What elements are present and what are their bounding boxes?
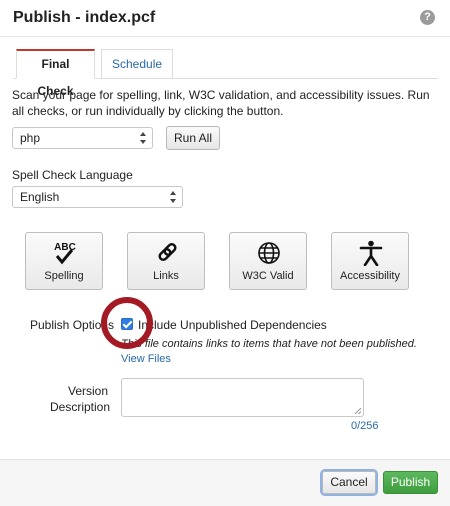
w3c-check-button[interactable]: W3C Valid bbox=[229, 232, 307, 290]
link-icon bbox=[128, 240, 204, 266]
accessibility-label: Accessibility bbox=[340, 270, 400, 282]
tab-final-check[interactable]: Final Check bbox=[16, 49, 95, 98]
run-all-button[interactable]: Run All bbox=[166, 126, 220, 150]
unpublished-note: This file contains links to items that h… bbox=[121, 338, 417, 350]
version-description-textarea[interactable] bbox=[121, 378, 364, 417]
help-icon[interactable]: ? bbox=[420, 10, 435, 25]
cancel-button[interactable]: Cancel bbox=[322, 471, 376, 494]
resize-grip-icon[interactable] bbox=[355, 408, 361, 414]
target-select[interactable]: php bbox=[12, 127, 153, 149]
spelling-label: Spelling bbox=[44, 270, 84, 282]
spelling-check-button[interactable]: ABC Spelling bbox=[25, 232, 103, 290]
view-files-link[interactable]: View Files bbox=[121, 353, 171, 365]
links-check-button[interactable]: Links bbox=[127, 232, 205, 290]
character-counter: 0/256 bbox=[351, 420, 379, 432]
publish-dialog: Publish - index.pcf ? Final Check Schedu… bbox=[0, 0, 450, 506]
w3c-valid-label: W3C Valid bbox=[242, 270, 294, 282]
dialog-title: Publish - index.pcf bbox=[13, 9, 156, 26]
version-label: Version bbox=[68, 384, 109, 398]
highlight-circle bbox=[101, 297, 153, 349]
include-dependencies-label[interactable]: Include Unpublished Dependencies bbox=[138, 318, 327, 332]
dialog-header: Publish - index.pcf ? bbox=[0, 0, 450, 37]
globe-icon bbox=[230, 240, 306, 266]
spell-language-select[interactable]: English bbox=[12, 186, 183, 208]
select-arrows-icon bbox=[140, 131, 146, 145]
select-arrows-icon bbox=[170, 190, 176, 204]
spell-language-value: English bbox=[20, 190, 60, 204]
links-label: Links bbox=[153, 270, 179, 282]
accessibility-icon bbox=[332, 240, 408, 267]
target-select-value: php bbox=[20, 131, 41, 145]
spell-check-language-label: Spell Check Language bbox=[12, 168, 133, 182]
tab-schedule[interactable]: Schedule bbox=[101, 49, 173, 79]
description-label: Description bbox=[50, 400, 111, 414]
spelling-icon: ABC bbox=[26, 240, 102, 266]
final-check-description: Scan your page for spelling, link, W3C v… bbox=[12, 88, 430, 118]
accessibility-check-button[interactable]: Accessibility bbox=[331, 232, 409, 290]
publish-button[interactable]: Publish bbox=[383, 471, 438, 494]
tab-bar: Final Check Schedule bbox=[13, 49, 438, 98]
